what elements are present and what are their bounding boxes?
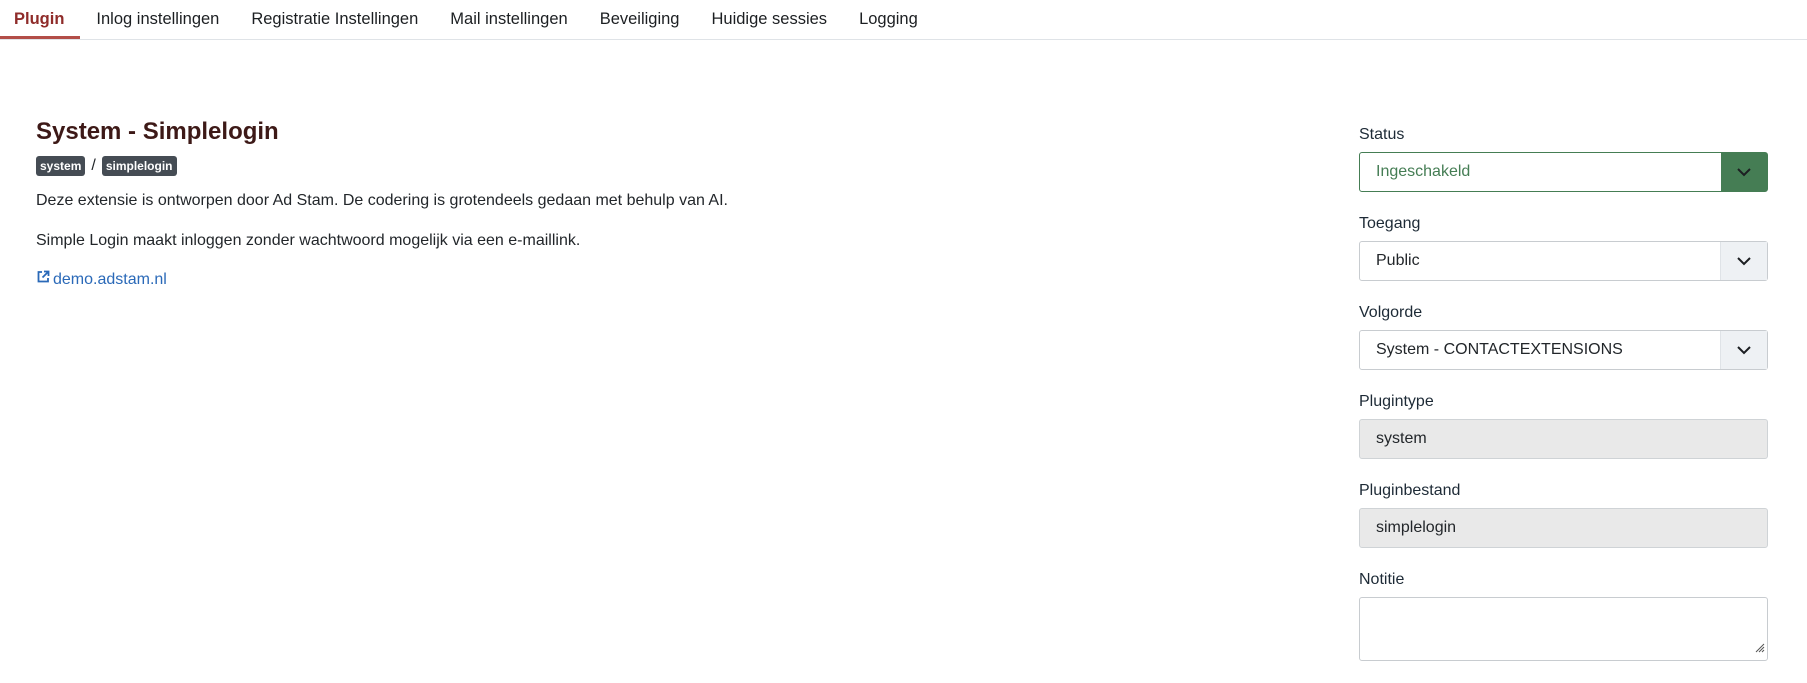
- chevron-down-icon: [1720, 331, 1767, 369]
- status-select[interactable]: Ingeschakeld: [1359, 152, 1768, 192]
- ordering-value: System - CONTACTEXTENSIONS: [1376, 341, 1623, 358]
- plugintype-label: Plugintype: [1359, 393, 1434, 410]
- access-group: Toegang Public: [1359, 214, 1768, 281]
- demo-link-text: demo.adstam.nl: [53, 270, 167, 288]
- page-title: System - Simplelogin: [36, 118, 279, 145]
- access-select[interactable]: Public: [1359, 241, 1768, 281]
- chevron-down-icon: [1720, 242, 1767, 280]
- badge-group: system: [36, 156, 86, 176]
- access-label: Toegang: [1359, 215, 1421, 232]
- tab-logging[interactable]: Logging: [843, 0, 934, 39]
- external-link-icon: [36, 270, 53, 289]
- tab-plugin[interactable]: Plugin: [0, 0, 81, 39]
- ordering-select[interactable]: System - CONTACTEXTENSIONS: [1359, 330, 1768, 370]
- note-textarea[interactable]: [1359, 597, 1768, 661]
- options-panel: Status Ingeschakeld Toegang Public Volgo…: [1359, 80, 1768, 683]
- tab-mail-instellingen[interactable]: Mail instellingen: [434, 0, 583, 39]
- chevron-down-icon: [1721, 153, 1767, 191]
- resize-handle-icon[interactable]: [1755, 640, 1765, 658]
- pluginfile-label: Pluginbestand: [1359, 482, 1461, 499]
- status-group: Status Ingeschakeld: [1359, 125, 1768, 192]
- tab-beveiliging[interactable]: Beveiliging: [584, 0, 696, 39]
- plugin-info: System - Simplelogin system / simplelogi…: [36, 80, 1236, 289]
- status-label: Status: [1359, 126, 1405, 143]
- ordering-group: Volgorde System - CONTACTEXTENSIONS: [1359, 303, 1768, 370]
- access-value: Public: [1376, 252, 1420, 269]
- note-label: Notitie: [1359, 571, 1405, 588]
- plugin-summary: Simple Login maakt inloggen zonder wacht…: [36, 232, 581, 249]
- badge-element: simplelogin: [101, 156, 177, 176]
- plugin-badges: system / simplelogin: [36, 156, 1236, 176]
- tab-huidige-sessies[interactable]: Huidige sessies: [696, 0, 844, 39]
- note-group: Notitie: [1359, 570, 1768, 661]
- badge-separator: /: [91, 157, 96, 174]
- tab-bar: Plugin Inlog instellingen Registratie In…: [0, 0, 1807, 40]
- status-value: Ingeschakeld: [1376, 163, 1471, 180]
- plugin-description: Deze extensie is ontworpen door Ad Stam.…: [36, 192, 728, 209]
- tab-registratie-instellingen[interactable]: Registratie Instellingen: [235, 0, 434, 39]
- plugintype-group: Plugintype system: [1359, 392, 1768, 459]
- tab-inlog-instellingen[interactable]: Inlog instellingen: [80, 0, 235, 39]
- demo-link[interactable]: demo.adstam.nl: [36, 270, 1236, 289]
- ordering-label: Volgorde: [1359, 304, 1423, 321]
- pluginfile-group: Pluginbestand simplelogin: [1359, 481, 1768, 548]
- pluginfile-field: simplelogin: [1359, 508, 1768, 548]
- plugintype-field: system: [1359, 419, 1768, 459]
